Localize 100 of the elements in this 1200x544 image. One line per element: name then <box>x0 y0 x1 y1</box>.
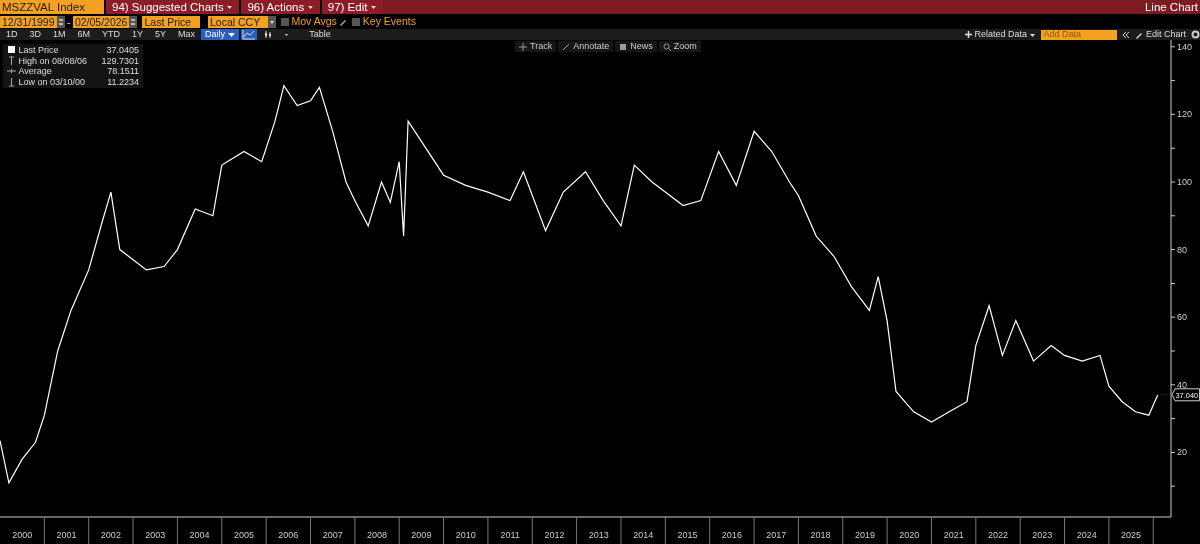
tick-mark <box>354 516 356 544</box>
pencil-icon <box>562 42 571 51</box>
view-button[interactable] <box>241 29 258 40</box>
related-data-button[interactable]: Related Data <box>974 29 1027 40</box>
checkbox[interactable] <box>352 18 361 26</box>
double-chevron-icon[interactable] <box>1122 30 1131 39</box>
axis-label: 100 <box>1177 176 1193 187</box>
axis-label: 2007 <box>322 530 343 540</box>
axis-label: 2009 <box>411 530 432 540</box>
tick-mark <box>1170 215 1176 217</box>
tick-mark <box>620 516 622 544</box>
axis-label: 2016 <box>721 530 742 540</box>
tick-mark <box>398 516 400 544</box>
date-field[interactable]: 02/05/2026 <box>72 16 130 28</box>
tick-mark <box>443 516 445 544</box>
window-title: Line Chart <box>1144 0 1199 14</box>
tick-mark <box>753 516 755 544</box>
currency-dropdown[interactable]: Local CCY <box>207 16 268 28</box>
period-tab[interactable]: YTD <box>96 29 127 40</box>
period-tab[interactable]: 1M <box>47 29 72 40</box>
tick-mark <box>975 516 977 544</box>
axis-label: 60 <box>1177 312 1187 323</box>
chart-line-icon <box>242 29 257 40</box>
axis-label: 2014 <box>633 530 654 540</box>
tick-mark <box>797 516 799 544</box>
axis-label: 2011 <box>500 530 520 540</box>
axis-label: 2024 <box>1076 530 1097 540</box>
axis-label: 2013 <box>588 530 609 540</box>
legend-label: High on 08/08/06 <box>18 55 88 66</box>
add-data-field[interactable]: Add Data <box>1041 29 1118 40</box>
tick-mark <box>1170 80 1176 82</box>
axis-label: 2004 <box>189 530 210 540</box>
tick-mark <box>576 516 578 544</box>
search-icon <box>662 42 671 51</box>
chart-tool-button[interactable]: Zoom <box>658 41 701 52</box>
edit-chart-button[interactable]: Edit Chart <box>1145 29 1186 40</box>
legend-label: Low on 03/10/00 <box>18 76 86 87</box>
tick-mark <box>1170 113 1176 115</box>
crosshair-icon <box>519 42 527 51</box>
chart-tool-button[interactable]: Track <box>515 41 557 52</box>
axis-label: 20 <box>1177 447 1187 458</box>
pencil-icon[interactable] <box>339 18 348 26</box>
axis-label: 40 <box>1177 379 1187 390</box>
pencil-icon[interactable] <box>1135 30 1144 39</box>
swatch-icon <box>7 45 16 56</box>
frequency-dropdown[interactable]: Daily <box>201 29 239 40</box>
table-tab[interactable]: Table <box>309 29 331 40</box>
axis-label: 2005 <box>233 530 254 540</box>
axis-label: 2012 <box>544 530 565 540</box>
legend-value: 11.2234 <box>107 76 139 87</box>
period-tab[interactable]: 1Y <box>126 29 150 40</box>
tick-mark <box>176 516 178 544</box>
tick-mark <box>132 516 134 544</box>
axis-label: 2023 <box>1032 530 1053 540</box>
chart-tool-button[interactable]: Annotate <box>558 41 614 52</box>
frequency-label: Daily <box>205 29 226 40</box>
axis-label: 2008 <box>367 530 388 540</box>
caret-icon[interactable] <box>226 4 234 10</box>
tick-mark <box>1170 46 1176 48</box>
period-tab[interactable]: 3D <box>23 29 48 40</box>
tick-mark <box>531 516 533 544</box>
period-tab[interactable]: 5Y <box>149 29 173 40</box>
caret-icon <box>227 31 235 38</box>
axis-label: 2025 <box>1121 530 1142 540</box>
tick-mark <box>1170 384 1176 386</box>
period-tab[interactable]: Max <box>172 29 202 40</box>
option-label: Key Events <box>362 14 416 30</box>
axis-label: 2018 <box>810 530 831 540</box>
legend-value: 37.0405 <box>106 45 139 56</box>
field-dropdown[interactable]: Last Price <box>142 16 201 28</box>
security-field[interactable]: MSZZVAL Index <box>0 0 104 14</box>
tick-mark <box>1152 516 1154 544</box>
checkbox[interactable] <box>280 18 289 26</box>
date-field[interactable]: 12/31/1999 <box>0 16 57 28</box>
legend-value: 129.7301 <box>101 55 139 66</box>
tick-mark <box>265 516 267 544</box>
tick-mark <box>842 516 844 544</box>
tick-mark <box>664 516 666 544</box>
period-tab[interactable]: 6M <box>71 29 97 40</box>
tick-mark <box>88 516 90 544</box>
caret-icon[interactable] <box>306 4 314 10</box>
axis-label: 120 <box>1177 109 1193 120</box>
tick-mark <box>709 516 711 544</box>
tick-mark <box>1170 316 1176 318</box>
calendar-icon[interactable] <box>129 16 138 28</box>
tick-mark <box>1170 249 1176 251</box>
tick-mark <box>931 516 932 544</box>
legend-label: Average <box>18 66 52 77</box>
axis-label: 2003 <box>145 530 166 540</box>
chart-tool-button[interactable]: News <box>615 41 657 52</box>
axis-label: 2010 <box>455 530 476 540</box>
tick-mark <box>1019 516 1021 544</box>
tick-mark <box>221 516 223 544</box>
plus-icon[interactable] <box>964 31 972 38</box>
caret-icon[interactable] <box>1029 31 1037 38</box>
settings-icon[interactable] <box>1191 30 1200 39</box>
axis-label: 80 <box>1177 244 1187 255</box>
period-tab[interactable]: 1D <box>0 29 24 40</box>
tick-mark <box>1170 181 1176 183</box>
caret-icon[interactable] <box>369 4 377 10</box>
